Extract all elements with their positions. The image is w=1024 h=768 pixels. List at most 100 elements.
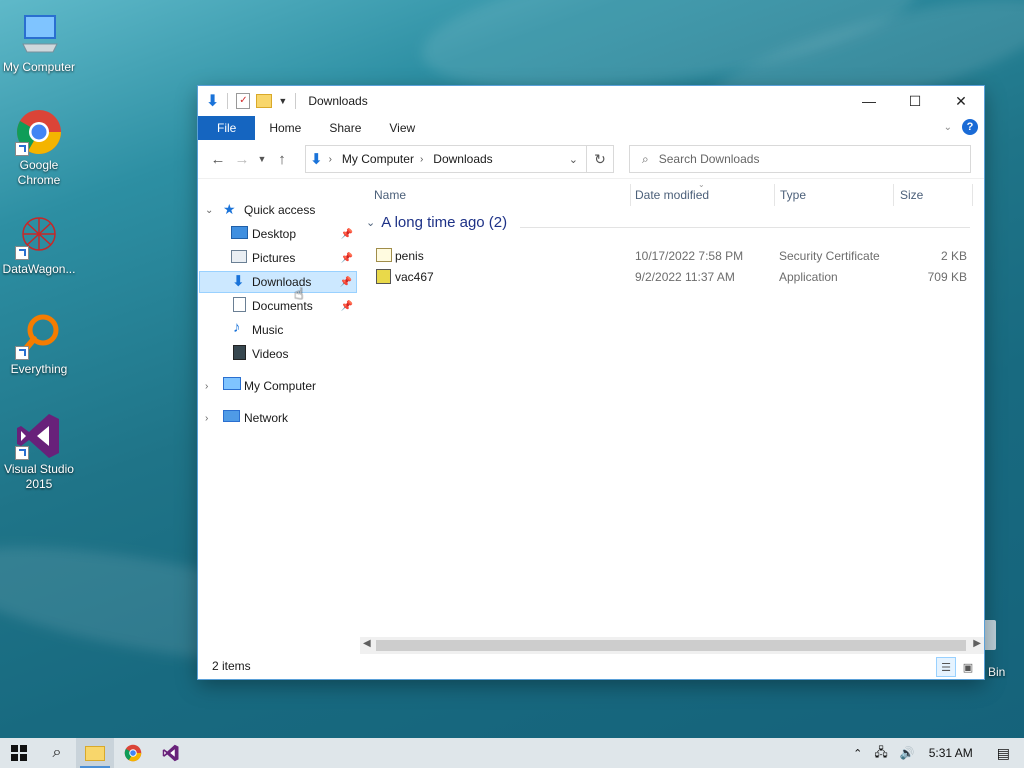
close-button[interactable]: ✕ <box>938 86 984 116</box>
scroll-left-icon[interactable]: ◀ <box>363 638 371 649</box>
file-name: penis <box>395 249 424 263</box>
nav-my-computer[interactable]: › My Computer <box>199 375 357 397</box>
search-taskbar-button[interactable]: ⌕ <box>38 738 76 768</box>
desktop-icon-label: Everything <box>10 362 68 376</box>
search-box[interactable]: ⌕ Search Downloads <box>629 145 971 173</box>
shortcut-arrow-icon <box>15 142 29 156</box>
maximize-button[interactable]: ☐ <box>892 86 938 116</box>
nav-quick-access[interactable]: ⌄ ★ Quick access <box>199 199 357 221</box>
hand-cursor-icon: ☝ <box>294 286 304 303</box>
tab-home[interactable]: Home <box>255 116 315 140</box>
up-arrow-icon: ↑ <box>278 150 286 168</box>
nav-label: Desktop <box>252 227 297 241</box>
pin-icon[interactable]: 📌 <box>341 301 353 312</box>
pin-icon[interactable]: 📌 <box>340 277 352 288</box>
file-date: 9/2/2022 11:37 AM <box>635 270 735 284</box>
file-size: 2 KB <box>940 249 967 263</box>
nav-item-desktop[interactable]: Desktop 📌 <box>199 223 357 245</box>
desktop-icon-datawagon[interactable]: DataWagon... <box>0 212 78 277</box>
column-header-size[interactable]: Size <box>900 178 923 212</box>
network-status-icon[interactable]: 🖧 <box>874 743 887 764</box>
forward-button[interactable]: → <box>230 147 254 171</box>
file-row[interactable]: vac467 9/2/2022 11:37 AM Application 709… <box>360 267 984 287</box>
tab-share[interactable]: Share <box>315 116 375 140</box>
column-header-type[interactable]: Type <box>780 178 806 212</box>
column-divider[interactable] <box>774 184 775 206</box>
desktop-icon-my-computer[interactable]: My Computer <box>0 10 78 75</box>
pictures-folder-icon <box>231 250 247 263</box>
download-arrow-icon: ⬇ <box>206 93 220 110</box>
chevron-down-icon: ▼ <box>257 154 267 164</box>
collapse-chevron-icon: ⌄ <box>366 217 376 229</box>
minimize-icon: — <box>862 93 876 109</box>
expand-chevron-icon[interactable]: › <box>205 413 208 424</box>
collapse-chevron-icon[interactable]: ⌄ <box>205 205 213 216</box>
back-button[interactable]: ← <box>206 147 230 171</box>
nav-item-music[interactable]: ♪ Music <box>199 319 357 341</box>
help-icon[interactable]: ? <box>962 119 978 135</box>
nav-label: Music <box>252 323 284 337</box>
scrollbar-thumb[interactable] <box>376 640 966 651</box>
desktop-icon-everything[interactable]: Everything <box>0 312 78 377</box>
address-dropdown-icon[interactable]: ⌄ <box>569 153 578 166</box>
quick-access-toolbar: ⬇ ✓ ▼ <box>198 91 298 111</box>
desktop-icon-label: DataWagon... <box>2 262 76 276</box>
nav-item-documents[interactable]: Documents 📌 <box>199 295 357 317</box>
desktop-icon-label: Google Chrome <box>17 158 61 187</box>
nav-item-videos[interactable]: Videos <box>199 343 357 365</box>
recent-locations-button[interactable]: ▼ <box>254 147 270 171</box>
shortcut-arrow-icon <box>15 246 29 260</box>
file-size: 709 KB <box>927 270 967 284</box>
item-count: 2 items <box>212 659 251 673</box>
large-icons-view-button[interactable]: ▣ <box>958 657 978 677</box>
taskbar-visual-studio[interactable] <box>152 738 190 768</box>
up-button[interactable]: ↑ <box>270 147 294 171</box>
recycle-bin-icon <box>982 620 996 650</box>
pin-icon[interactable]: 📌 <box>341 229 353 240</box>
music-note-icon: ♪ <box>233 319 241 336</box>
details-view-button[interactable]: ☰ <box>936 657 956 677</box>
customize-toolbar-icon[interactable]: ▼ <box>278 96 287 106</box>
taskbar-file-explorer[interactable] <box>76 738 114 768</box>
nav-network[interactable]: › Network <box>199 407 357 429</box>
expand-ribbon-icon[interactable]: ⌄ <box>944 122 952 133</box>
column-divider[interactable] <box>893 184 894 206</box>
taskbar-chrome[interactable] <box>114 738 152 768</box>
column-divider[interactable] <box>630 184 631 206</box>
address-bar[interactable]: ⬇ › My Computer › Downloads ⌄ <box>305 145 587 173</box>
pin-icon[interactable]: 📌 <box>341 253 353 264</box>
desktop-icon-visual-studio[interactable]: Visual Studio 2015 <box>0 412 78 492</box>
group-header[interactable]: ⌄ A long time ago (2) <box>366 214 507 231</box>
divider <box>295 93 297 109</box>
desktop-icon-google-chrome[interactable]: Google Chrome <box>0 108 78 188</box>
show-hidden-icons-icon[interactable]: ⌃ <box>853 747 862 760</box>
column-header-name[interactable]: Name <box>374 178 406 212</box>
file-row[interactable]: penis 10/17/2022 7:58 PM Security Certif… <box>360 246 984 266</box>
refresh-button[interactable]: ↻ <box>587 145 614 173</box>
notifications-icon[interactable]: ▤ <box>997 745 1010 762</box>
breadcrumb-downloads[interactable]: Downloads <box>433 152 492 166</box>
nav-label: My Computer <box>244 379 317 393</box>
breadcrumb-my-computer[interactable]: My Computer <box>342 152 414 166</box>
clock[interactable]: 5:31 AM <box>929 746 973 760</box>
downloads-folder-icon: ⬇ <box>232 273 245 290</box>
system-tray: ⌃ 🖧 🔊 5:31 AM ▤ <box>847 738 1024 768</box>
nav-item-pictures[interactable]: Pictures 📌 <box>199 247 357 269</box>
title-bar[interactable]: ⬇ ✓ ▼ Downloads — ☐ ✕ <box>198 86 984 116</box>
shortcut-arrow-icon <box>15 346 29 360</box>
tab-file[interactable]: File <box>198 116 256 140</box>
refresh-icon: ↻ <box>594 150 606 167</box>
expand-chevron-icon[interactable]: › <box>205 381 208 392</box>
start-button[interactable] <box>0 738 38 768</box>
tab-view[interactable]: View <box>375 116 429 140</box>
minimize-button[interactable]: — <box>846 86 892 116</box>
volume-icon[interactable]: 🔊 <box>900 746 915 760</box>
new-folder-icon[interactable] <box>256 94 273 108</box>
star-icon: ★ <box>223 201 236 217</box>
scroll-right-icon[interactable]: ▶ <box>973 638 981 649</box>
nav-item-downloads[interactable]: ⬇ Downloads 📌 <box>199 271 357 293</box>
properties-icon[interactable]: ✓ <box>236 93 251 109</box>
computer-icon <box>223 377 241 390</box>
horizontal-scrollbar[interactable]: ◀ ▶ <box>360 637 984 654</box>
column-divider[interactable] <box>972 184 973 206</box>
